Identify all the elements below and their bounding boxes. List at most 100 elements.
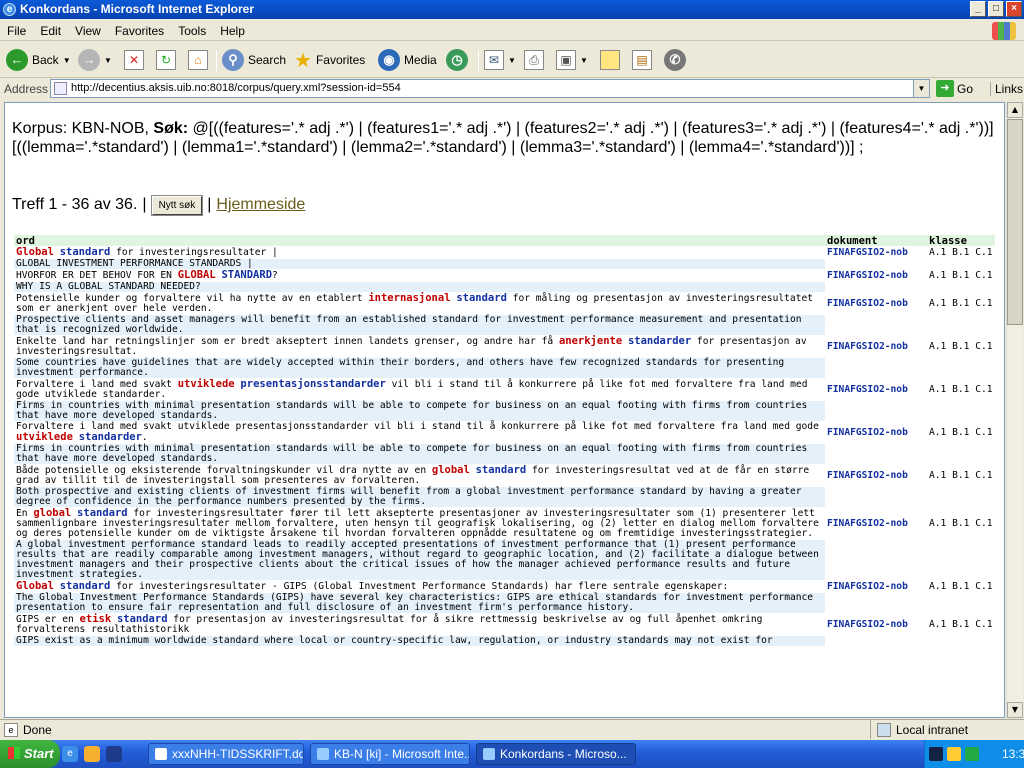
- edit-icon[interactable]: ▣: [556, 50, 576, 70]
- document-link[interactable]: FINAFGSIO2-nob: [825, 508, 927, 539]
- concordance-cell: A global investment performance standard…: [14, 540, 825, 580]
- match-adjective: GLOBAL: [177, 269, 216, 281]
- table-row: Global standard for investeringsresultat…: [14, 581, 995, 592]
- task-kbn-ie[interactable]: KB-N [ki] - Microsoft Inte...: [310, 743, 470, 765]
- document-link[interactable]: FINAFGSIO2-nob: [825, 247, 927, 258]
- match-standard: STANDARD: [221, 269, 273, 281]
- task-konkordans-ie[interactable]: Konkordans - Microso...: [476, 743, 636, 765]
- address-input[interactable]: http://decentius.aksis.uib.no:8018/corpu…: [50, 79, 930, 98]
- klasse-cell: [927, 282, 995, 292]
- print-icon[interactable]: ⎙: [524, 50, 544, 70]
- menu-view[interactable]: View: [68, 21, 108, 41]
- menu-help[interactable]: Help: [213, 21, 252, 41]
- home-icon[interactable]: ⌂: [188, 50, 208, 70]
- quick-launch: e: [62, 746, 122, 762]
- page-done-icon: e: [4, 723, 18, 737]
- header-dokument: dokument: [825, 235, 927, 246]
- match-adjective: anerkjente: [558, 335, 623, 347]
- start-button[interactable]: Start: [0, 740, 60, 768]
- context-text: Some countries have guidelines that are …: [16, 357, 785, 378]
- media-icon: ◉: [378, 49, 400, 71]
- favorites-button[interactable]: ★ Favorites: [294, 48, 365, 72]
- klasse-cell: [927, 636, 995, 646]
- back-button[interactable]: ← Back ▼: [6, 48, 71, 72]
- match-standard: standarder: [627, 335, 692, 347]
- scroll-down-icon[interactable]: ▼: [1007, 702, 1023, 718]
- forward-arrow-icon: →: [78, 49, 100, 71]
- concordance-cell: Enkelte land har retningslinjer som er b…: [14, 336, 825, 357]
- refresh-icon[interactable]: ↻: [156, 50, 176, 70]
- document-link[interactable]: FINAFGSIO2-nob: [825, 270, 927, 281]
- network-icon[interactable]: [947, 747, 961, 761]
- klasse-cell: [927, 540, 995, 580]
- menu-favorites[interactable]: Favorites: [108, 21, 171, 41]
- history-icon[interactable]: ◷: [446, 49, 468, 71]
- document-link[interactable]: FINAFGSIO2-nob: [825, 336, 927, 357]
- search-button[interactable]: ⚲ Search: [222, 48, 286, 72]
- match-adjective: global: [431, 464, 470, 476]
- concordance-cell: Forvaltere i land med svakt utviklede pr…: [14, 379, 825, 400]
- table-row: GLOBAL INVESTMENT PERFORMANCE STANDARDS …: [14, 259, 995, 269]
- klasse-cell: A.1 B.1 C.1: [929, 383, 993, 395]
- concordance-cell: Forvaltere i land med svakt utviklede pr…: [14, 422, 825, 443]
- menu-file[interactable]: File: [0, 21, 33, 41]
- maximize-button[interactable]: □: [988, 1, 1004, 17]
- page-icon: [54, 82, 67, 95]
- go-button[interactable]: ➜ Go: [936, 80, 973, 97]
- windows-logo: [992, 22, 1016, 40]
- address-dropdown-icon[interactable]: ▼: [913, 80, 929, 97]
- concordance-cell: Prospective clients and asset managers w…: [14, 315, 825, 335]
- klasse-cell: A.1 B.1 C.1: [929, 469, 993, 481]
- menu-edit[interactable]: Edit: [33, 21, 68, 41]
- task-word-document[interactable]: xxxNHH-TIDSSKRIFT.do...: [148, 743, 304, 765]
- notes-icon[interactable]: [600, 50, 620, 70]
- toolbar: ← Back ▼ → ▼ ✕ ↻ ⌂ ⚲ Search ★ Favorites ◉ …: [0, 42, 1024, 78]
- clock: 13:37: [1002, 747, 1024, 761]
- context-text: ?: [272, 270, 278, 281]
- match-adjective: Global: [16, 580, 54, 592]
- minimize-button[interactable]: _: [970, 1, 986, 17]
- scroll-up-icon[interactable]: ▲: [1007, 102, 1023, 118]
- table-row: Enkelte land har retningslinjer som er b…: [14, 336, 995, 357]
- home-link[interactable]: Hjemmeside: [216, 195, 305, 215]
- media-quicklaunch-icon[interactable]: [84, 746, 100, 762]
- close-button[interactable]: ×: [1006, 1, 1022, 17]
- address-url: http://decentius.aksis.uib.no:8018/corpu…: [71, 82, 401, 94]
- document-link[interactable]: FINAFGSIO2-nob: [825, 293, 927, 314]
- concordance-cell: Global standard for investeringsresultat…: [14, 581, 825, 592]
- stop-icon[interactable]: ✕: [124, 50, 144, 70]
- table-row: WHY IS A GLOBAL STANDARD NEEDED?: [14, 282, 995, 292]
- document-link[interactable]: FINAFGSIO2-nob: [825, 465, 927, 486]
- messenger-icon[interactable]: ✆: [664, 49, 686, 71]
- ie-quicklaunch-icon[interactable]: e: [62, 746, 78, 762]
- search-icon: ⚲: [222, 49, 244, 71]
- windows-flag-icon: [8, 747, 20, 759]
- document-link: [825, 259, 927, 269]
- scroll-thumb[interactable]: [1007, 119, 1023, 325]
- links-button[interactable]: Links: [990, 82, 1023, 96]
- context-text: A global investment performance standard…: [16, 539, 819, 580]
- antivirus-icon[interactable]: [965, 747, 979, 761]
- document-link[interactable]: FINAFGSIO2-nob: [825, 581, 927, 592]
- document-link[interactable]: FINAFGSIO2-nob: [825, 422, 927, 443]
- table-row: Some countries have guidelines that are …: [14, 358, 995, 378]
- forward-button[interactable]: → ▼: [78, 48, 112, 72]
- tool-quicklaunch-icon[interactable]: [106, 746, 122, 762]
- separator: |: [207, 196, 212, 213]
- zone-text: Local intranet: [896, 722, 969, 737]
- language-icon[interactable]: [929, 747, 943, 761]
- menu-tools[interactable]: Tools: [171, 21, 213, 41]
- document-link[interactable]: FINAFGSIO2-nob: [825, 614, 927, 635]
- table-row: Global standard for investeringsresultat…: [14, 247, 995, 258]
- vertical-scrollbar[interactable]: ▲ ▼: [1006, 102, 1023, 718]
- new-search-button[interactable]: Nytt søk: [150, 194, 204, 216]
- status-text: Done: [23, 723, 52, 737]
- media-button[interactable]: ◉ Media: [378, 48, 437, 72]
- mail-icon[interactable]: ✉: [484, 50, 504, 70]
- research-icon[interactable]: ▤: [632, 50, 652, 70]
- match-adjective: internasjonal: [368, 292, 451, 304]
- match-adjective: utviklede: [16, 431, 73, 443]
- table-row: Firms in countries with minimal presenta…: [14, 401, 995, 421]
- document-link[interactable]: FINAFGSIO2-nob: [825, 379, 927, 400]
- klasse-cell: [927, 593, 995, 613]
